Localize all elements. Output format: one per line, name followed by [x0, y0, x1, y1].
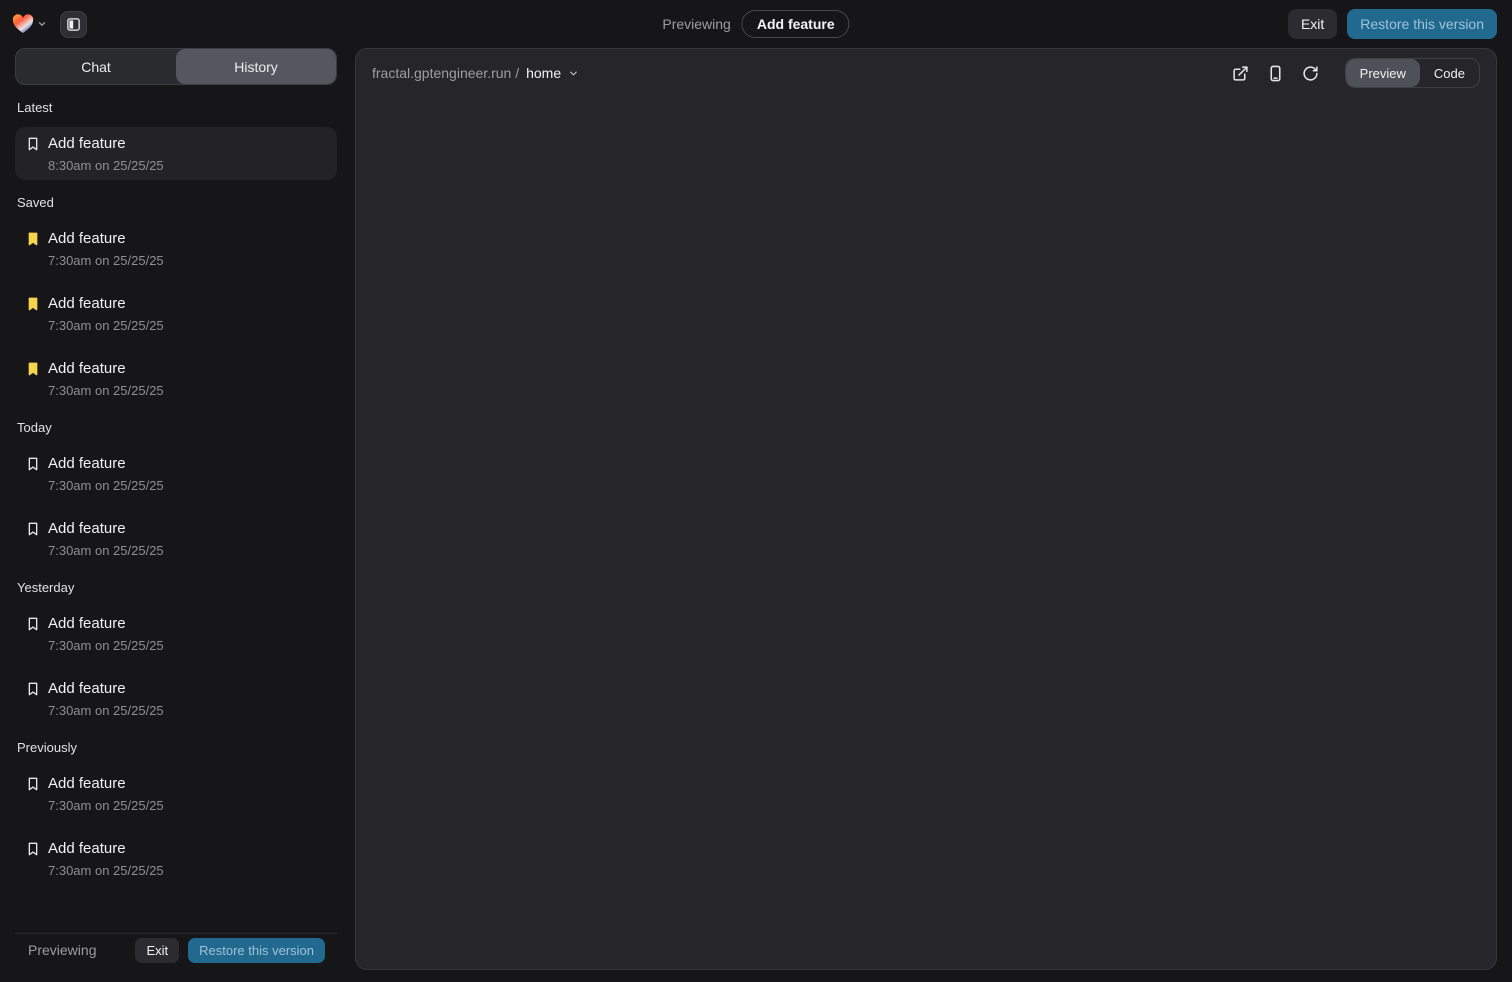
bookmark-icon: [25, 776, 41, 792]
top-header: Previewing Add feature Exit Restore this…: [0, 0, 1512, 48]
section-label: Today: [17, 420, 335, 435]
history-item[interactable]: Add feature 7:30am on 25/25/25: [15, 607, 337, 660]
version-time: 7:30am on 25/25/25: [48, 542, 164, 559]
version-title: Add feature: [48, 133, 164, 154]
history-item[interactable]: Add feature 7:30am on 25/25/25: [15, 512, 337, 565]
version-title: Add feature: [48, 228, 164, 249]
version-title: Add feature: [48, 453, 164, 474]
bookmark-icon: [25, 136, 41, 152]
history-item[interactable]: Add feature 7:30am on 25/25/25: [15, 447, 337, 500]
bookmark-icon: [25, 456, 41, 472]
version-title: Add feature: [48, 358, 164, 379]
workspace-menu[interactable]: [12, 14, 47, 34]
chevron-down-icon: [568, 68, 579, 79]
url-breadcrumb[interactable]: fractal.gptengineer.run / home: [372, 65, 579, 81]
sidebar-footer: Previewing Exit Restore this version: [15, 933, 337, 966]
history-item[interactable]: Add feature 7:30am on 25/25/25: [15, 352, 337, 405]
sidebar-tabs: Chat History: [15, 48, 337, 85]
history-sidebar: Chat History Latest Add feature 8:30am on …: [15, 48, 337, 966]
chevron-down-icon: [37, 19, 47, 29]
bookmark-icon: [25, 681, 41, 697]
view-mode-toggle: Preview Code: [1345, 58, 1480, 88]
bookmark-icon: [25, 296, 41, 312]
version-time: 7:30am on 25/25/25: [48, 797, 164, 814]
history-item[interactable]: Add feature 7:30am on 25/25/25: [15, 672, 337, 725]
section-label: Latest: [17, 100, 335, 115]
url-page: home: [526, 65, 561, 81]
section-label: Yesterday: [17, 580, 335, 595]
version-time: 7:30am on 25/25/25: [48, 702, 164, 719]
history-item[interactable]: Add feature 8:30am on 25/25/25: [15, 127, 337, 180]
section-label: Previously: [17, 740, 335, 755]
open-in-new-tab-icon[interactable]: [1232, 65, 1249, 82]
panel-left-icon: [66, 17, 81, 32]
version-time: 7:30am on 25/25/25: [48, 637, 164, 654]
refresh-icon[interactable]: [1302, 65, 1319, 82]
mobile-view-icon[interactable]: [1267, 65, 1284, 82]
tab-chat[interactable]: Chat: [16, 49, 176, 84]
bookmark-icon: [25, 231, 41, 247]
footer-restore-version-button[interactable]: Restore this version: [188, 938, 325, 963]
version-badge: Add feature: [742, 10, 850, 38]
section-label: Saved: [17, 195, 335, 210]
restore-version-button[interactable]: Restore this version: [1347, 9, 1497, 39]
history-item[interactable]: Add feature 7:30am on 25/25/25: [15, 222, 337, 275]
bookmark-icon: [25, 361, 41, 377]
history-list: Latest Add feature 8:30am on 25/25/25 Saved…: [15, 85, 337, 933]
version-time: 7:30am on 25/25/25: [48, 317, 164, 334]
version-title: Add feature: [48, 613, 164, 634]
version-title: Add feature: [48, 773, 164, 794]
version-time: 7:30am on 25/25/25: [48, 382, 164, 399]
footer-exit-button[interactable]: Exit: [135, 938, 179, 963]
version-title: Add feature: [48, 678, 164, 699]
version-title: Add feature: [48, 518, 164, 539]
preview-header: fractal.gptengineer.run / home: [356, 49, 1496, 97]
url-prefix: fractal.gptengineer.run /: [372, 65, 519, 81]
bookmark-icon: [25, 521, 41, 537]
previewing-label: Previewing: [662, 16, 730, 32]
version-time: 7:30am on 25/25/25: [48, 862, 164, 879]
version-time: 7:30am on 25/25/25: [48, 477, 164, 494]
exit-button[interactable]: Exit: [1288, 9, 1337, 39]
version-time: 7:30am on 25/25/25: [48, 252, 164, 269]
history-item[interactable]: Add feature 7:30am on 25/25/25: [15, 287, 337, 340]
tab-history[interactable]: History: [176, 49, 336, 84]
toggle-preview[interactable]: Preview: [1346, 59, 1420, 87]
footer-previewing-label: Previewing: [28, 942, 96, 958]
version-title: Add feature: [48, 838, 164, 859]
toggle-code[interactable]: Code: [1420, 59, 1479, 87]
bookmark-icon: [25, 616, 41, 632]
bookmark-icon: [25, 841, 41, 857]
history-item[interactable]: Add feature 7:30am on 25/25/25: [15, 767, 337, 820]
sidebar-toggle-button[interactable]: [60, 11, 87, 38]
history-item[interactable]: Add feature 7:30am on 25/25/25: [15, 832, 337, 885]
version-time: 8:30am on 25/25/25: [48, 157, 164, 174]
preview-panel: fractal.gptengineer.run / home: [355, 48, 1497, 970]
lovable-heart-logo: [12, 14, 34, 34]
version-title: Add feature: [48, 293, 164, 314]
